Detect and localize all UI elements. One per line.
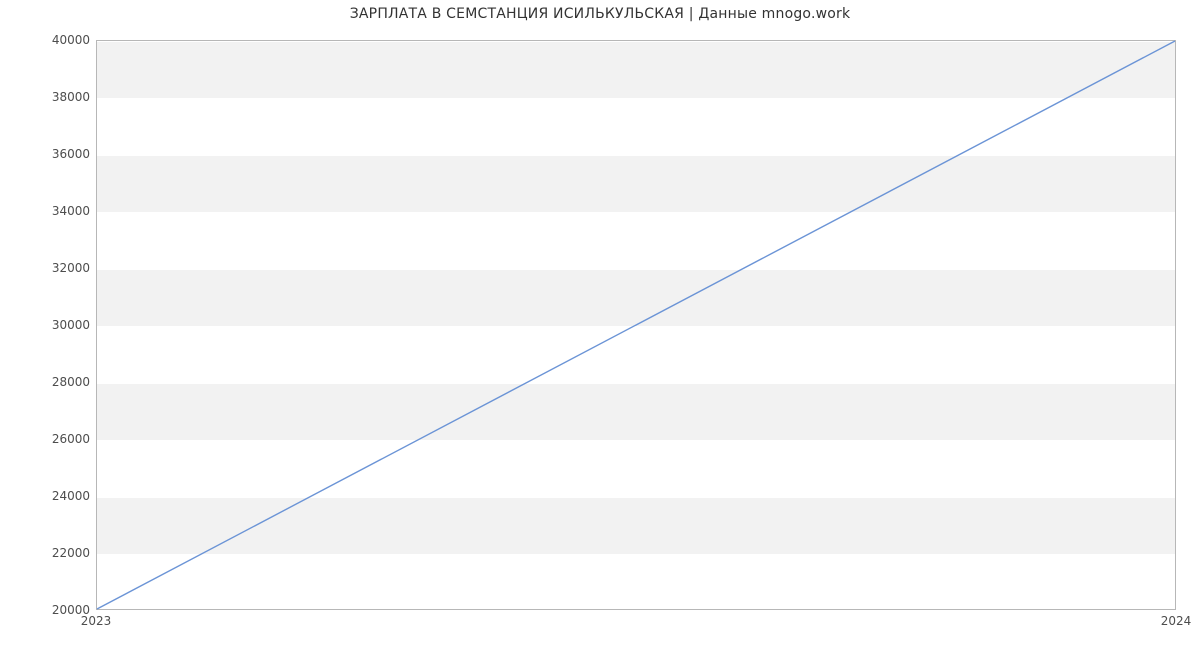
y-tick-label: 26000 xyxy=(30,432,90,446)
y-tick-label: 38000 xyxy=(30,90,90,104)
y-tick-label: 32000 xyxy=(30,261,90,275)
y-tick-label: 28000 xyxy=(30,375,90,389)
y-tick-label: 22000 xyxy=(30,546,90,560)
y-tick-label: 30000 xyxy=(30,318,90,332)
y-tick-label: 34000 xyxy=(30,204,90,218)
x-tick-label: 2024 xyxy=(1161,614,1192,628)
y-tick-label: 24000 xyxy=(30,489,90,503)
grid-line xyxy=(97,611,1175,612)
series-line xyxy=(97,41,1175,609)
line-layer xyxy=(97,41,1175,609)
chart-figure: ЗАРПЛАТА В СЕМСТАНЦИЯ ИСИЛЬКУЛЬСКАЯ | Да… xyxy=(0,0,1200,650)
x-tick-label: 2023 xyxy=(81,614,112,628)
plot-area xyxy=(96,40,1176,610)
y-tick-label: 40000 xyxy=(30,33,90,47)
y-tick-label: 36000 xyxy=(30,147,90,161)
chart-title: ЗАРПЛАТА В СЕМСТАНЦИЯ ИСИЛЬКУЛЬСКАЯ | Да… xyxy=(0,6,1200,22)
